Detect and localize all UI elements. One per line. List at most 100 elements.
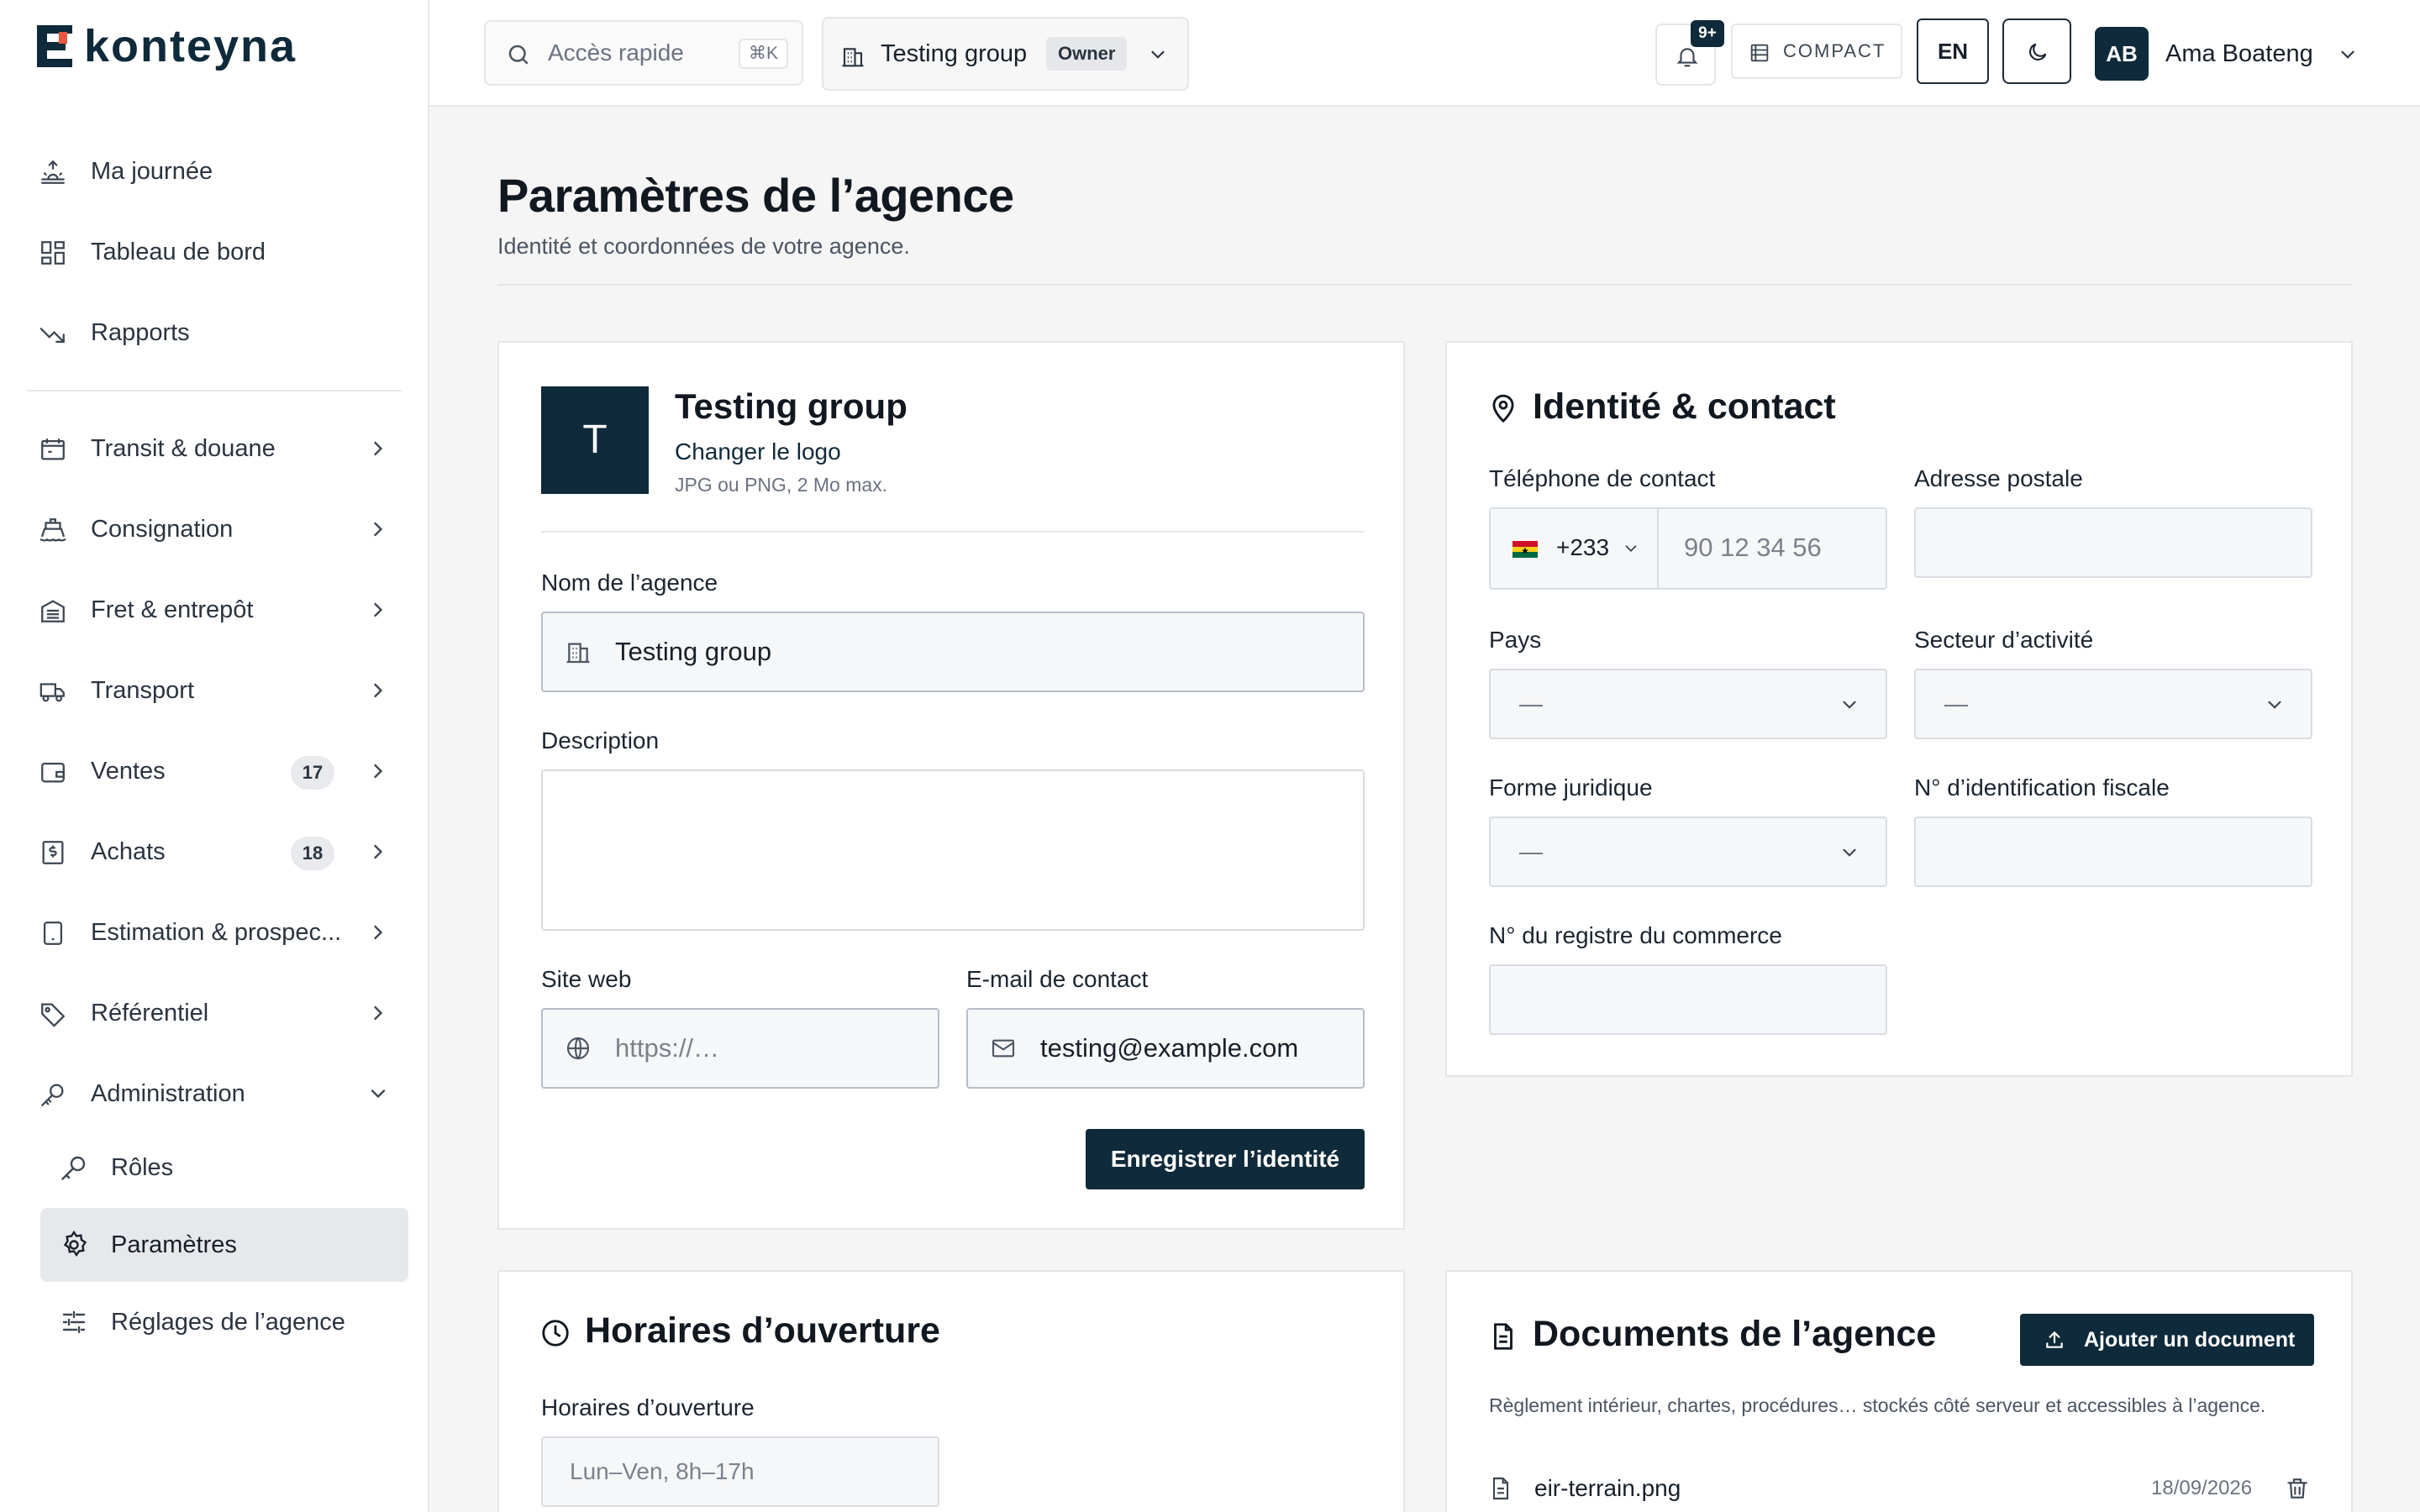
sidebar-subitem-reglages[interactable]: Réglages de l’agence — [40, 1285, 408, 1359]
legal-form-label: Forme juridique — [1489, 774, 1653, 801]
trending-down-icon — [39, 328, 65, 344]
sidebar-item-referentiel[interactable]: Référentiel — [27, 981, 408, 1045]
sidebar-item-transport[interactable]: Transport — [27, 659, 408, 722]
contact-card: Identité & contact Téléphone de contact … — [1445, 341, 2353, 1077]
description-textarea[interactable] — [541, 769, 1365, 931]
sidebar-item-label: Ventes — [91, 757, 166, 785]
sidebar-item-fret-entrepot[interactable]: Fret & entrepôt — [27, 578, 408, 642]
sidebar-item-consignation[interactable]: Consignation — [27, 497, 408, 561]
theme-toggle-button[interactable] — [2002, 18, 2071, 84]
konteyna-logo-icon — [37, 25, 72, 67]
key-icon — [61, 1156, 86, 1180]
organization-switcher[interactable]: Testing group Owner — [822, 17, 1189, 91]
change-logo-link[interactable]: Changer le logo — [675, 438, 841, 465]
agency-logo-placeholder: T — [541, 386, 649, 494]
upload-icon — [2046, 1331, 2063, 1348]
website-label: Site web — [541, 966, 632, 992]
map-pin-icon — [1492, 394, 1514, 423]
moon-icon — [2029, 43, 2047, 60]
quick-access-search[interactable]: Accès rapide ⌘K — [484, 20, 803, 86]
chevron-down-icon — [2268, 701, 2281, 709]
add-document-label: Ajouter un document — [2084, 1328, 2296, 1352]
sector-label: Secteur d’activité — [1914, 627, 2094, 653]
agency-name-value: Testing group — [615, 637, 772, 666]
sector-select[interactable]: — — [1914, 669, 2312, 739]
language-button[interactable]: EN — [1917, 18, 1989, 84]
chevron-down-icon — [1625, 545, 1637, 553]
save-identity-button[interactable]: Enregistrer l’identité — [1086, 1129, 1365, 1189]
country-select[interactable]: — — [1489, 669, 1887, 739]
building-icon — [566, 643, 590, 664]
notifications-button[interactable]: 9+ — [1655, 20, 1724, 86]
trash-icon[interactable] — [2284, 1475, 2311, 1502]
ship-icon — [39, 518, 66, 542]
phone-number-placeholder[interactable]: 90 12 34 56 — [1684, 533, 1822, 563]
trade-register-input[interactable] — [1489, 964, 1887, 1035]
contact-card-title: Identité & contact — [1533, 386, 1836, 427]
legal-form-select[interactable]: — — [1489, 816, 1887, 887]
sidebar-item-label: Achats — [91, 837, 166, 865]
opening-hours-input[interactable]: Lun–Ven, 8h–17h — [541, 1436, 939, 1507]
count-badge: 17 — [291, 756, 334, 790]
sidebar: konteyna Ma journée Tableau de bord Rapp… — [0, 0, 429, 1512]
sidebar-item-estimation[interactable]: Estimation & prospec... — [27, 900, 408, 964]
sidebar-item-rapports[interactable]: Rapports — [27, 301, 408, 365]
sidebar-item-achats[interactable]: Achats 18 — [27, 820, 408, 884]
section-divider — [541, 531, 1365, 533]
dollar-receipt-icon — [42, 841, 64, 864]
count-badge: 18 — [291, 837, 334, 870]
sidebar-item-label: Tableau de bord — [91, 238, 266, 265]
website-placeholder: https://… — [615, 1033, 720, 1063]
page-title: Paramètres de l’agence — [497, 169, 1014, 222]
agency-name-heading: Testing group — [675, 386, 908, 426]
chevron-right-icon — [374, 925, 383, 940]
sidebar-item-ventes[interactable]: Ventes 17 — [27, 739, 408, 803]
document-name[interactable]: eir-terrain.png — [1534, 1475, 1681, 1502]
sidebar-item-transit-douane[interactable]: Transit & douane — [27, 417, 408, 480]
avatar: AB — [2095, 27, 2149, 81]
sidebar-divider — [27, 390, 402, 391]
sidebar-subitem-roles[interactable]: Rôles — [40, 1131, 408, 1205]
email-label: E-mail de contact — [966, 966, 1149, 992]
compact-toggle-button[interactable]: COMPACT — [1731, 24, 1902, 79]
phone-code: +233 — [1556, 534, 1610, 560]
chevron-down-icon — [1843, 701, 1856, 709]
sidebar-item-label: Ma journée — [91, 157, 213, 185]
website-input[interactable]: https://… — [541, 1008, 939, 1089]
sector-value: — — [1944, 690, 1968, 717]
opening-hours-label: Horaires d’ouverture — [541, 1394, 755, 1420]
sidebar-item-label: Réglages de l’agence — [111, 1309, 345, 1336]
role-badge: Owner — [1046, 37, 1128, 71]
phone-country-code-select[interactable]: +233 — [1491, 509, 1659, 588]
opening-hours-placeholder: Lun–Ven, 8h–17h — [570, 1458, 755, 1484]
document-date: 18/09/2026 — [2151, 1477, 2253, 1499]
agency-name-input[interactable]: Testing group — [541, 612, 1365, 692]
sidebar-subitem-parametres[interactable]: Paramètres — [40, 1208, 408, 1282]
sidebar-item-label: Rôles — [111, 1154, 174, 1181]
tax-id-input[interactable] — [1914, 816, 2312, 887]
sidebar-item-label: Rapports — [91, 318, 190, 346]
chevron-right-icon — [374, 522, 383, 537]
address-input[interactable] — [1914, 507, 2312, 578]
shortcut-hint: ⌘K — [738, 39, 788, 69]
search-icon — [508, 45, 529, 65]
sidebar-item-tableau-de-bord[interactable]: Tableau de bord — [27, 220, 408, 284]
sidebar-item-administration[interactable]: Administration — [27, 1062, 408, 1126]
brand-logo[interactable]: konteyna — [37, 24, 297, 69]
file-icon — [1492, 1477, 1509, 1500]
page-subtitle: Identité et coordonnées de votre agence. — [497, 234, 910, 259]
email-input[interactable]: testing@example.com — [966, 1008, 1365, 1089]
add-document-button[interactable]: Ajouter un document — [2020, 1314, 2314, 1366]
chevron-down-icon — [1843, 848, 1856, 857]
ghana-flag-icon — [1512, 541, 1538, 558]
opening-hours-card: Horaires d’ouverture Horaires d’ouvertur… — [497, 1270, 1405, 1512]
sidebar-item-ma-journee[interactable]: Ma journée — [27, 139, 408, 203]
chevron-right-icon — [374, 683, 383, 698]
chevron-right-icon — [374, 764, 383, 779]
chevron-down-icon — [1151, 50, 1165, 59]
sidebar-item-label: Estimation & prospec... — [91, 918, 342, 946]
user-menu[interactable]: AB Ama Boateng — [2095, 25, 2381, 82]
globe-icon — [566, 1037, 590, 1060]
sliders-icon — [62, 1310, 86, 1334]
document-row[interactable]: eir-terrain.png 18/09/2026 — [1487, 1463, 2314, 1512]
